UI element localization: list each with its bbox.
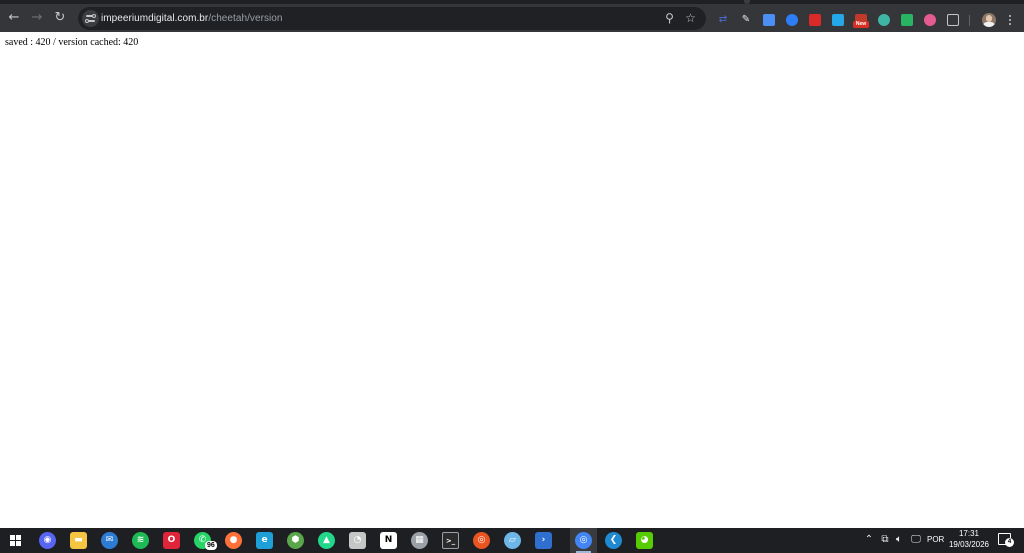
ubuntu-icon[interactable]: ◎ bbox=[473, 532, 490, 549]
chrome-glyph: ◎ bbox=[575, 532, 592, 549]
arrow-right-icon: → bbox=[31, 10, 43, 25]
site-info-icon-dot bbox=[85, 19, 89, 23]
calculator-icon[interactable]: ▦ bbox=[411, 532, 428, 549]
url-text[interactable]: impeeriumdigital.com.br/cheetah/version bbox=[101, 7, 283, 30]
profile-avatar[interactable] bbox=[982, 13, 996, 27]
vscode-icon[interactable]: ❮ bbox=[605, 532, 622, 549]
device-icon[interactable]: ⧉ bbox=[879, 533, 891, 547]
site-info-icon-dot bbox=[92, 14, 96, 18]
file-explorer-glyph: ▬ bbox=[70, 532, 87, 549]
extension-multicolor-icon[interactable] bbox=[924, 14, 936, 26]
notes-icon[interactable]: ▱ bbox=[504, 532, 521, 549]
pycharm-icon[interactable]: ▲ bbox=[318, 532, 335, 549]
extension-red-square-icon[interactable] bbox=[809, 14, 821, 26]
firefox-glyph: ● bbox=[225, 532, 242, 549]
reload-icon: ↻ bbox=[54, 10, 66, 25]
extension-tree-icon[interactable] bbox=[901, 14, 913, 26]
minecraft-icon[interactable]: ⬢ bbox=[287, 532, 304, 549]
toolbar-divider bbox=[969, 15, 970, 26]
notification-center-icon[interactable]: 4 bbox=[998, 533, 1014, 547]
arrow-left-icon: ← bbox=[8, 10, 20, 25]
avatar-face bbox=[986, 15, 992, 22]
forward-button[interactable]: → bbox=[26, 7, 48, 29]
extension-new-badge: New bbox=[853, 21, 869, 28]
bookmark-star-icon[interactable]: ☆ bbox=[681, 9, 700, 28]
mail-icon[interactable]: ✉ bbox=[101, 532, 118, 549]
avatar-shoulders bbox=[983, 22, 995, 27]
back-button[interactable]: ← bbox=[3, 7, 25, 29]
extension-arrows-icon[interactable]: ⇄ bbox=[717, 14, 729, 26]
duolingo-icon[interactable]: ◕ bbox=[636, 532, 653, 549]
calculator-glyph: ▦ bbox=[411, 532, 428, 549]
notion-glyph: N bbox=[380, 532, 397, 549]
minecraft-glyph: ⬢ bbox=[287, 532, 304, 549]
extension-circle-icon[interactable] bbox=[786, 14, 798, 26]
spotify-glyph: ≋ bbox=[132, 532, 149, 549]
duolingo-glyph: ◕ bbox=[636, 532, 653, 549]
opera-glyph: O bbox=[163, 532, 180, 549]
url-host: impeeriumdigital.com.br bbox=[101, 13, 209, 24]
extension-tag-icon[interactable] bbox=[763, 14, 775, 26]
url-path: /cheetah/version bbox=[208, 13, 283, 24]
browser-toolbar: ← → ↻ impeeriumdigital.com.br/cheetah/ve… bbox=[0, 4, 1024, 32]
start-button[interactable] bbox=[10, 535, 21, 546]
page-viewport: saved : 420 / version cached: 420 bbox=[0, 32, 1024, 528]
settings-clock-icon[interactable]: ◔ bbox=[349, 532, 366, 549]
browser-menu-icon[interactable] bbox=[1005, 13, 1015, 27]
terminal-icon[interactable]: >_ bbox=[442, 532, 459, 549]
extensions-puzzle-icon[interactable] bbox=[947, 14, 959, 26]
speaker-icon[interactable]: 🔈︎ bbox=[893, 533, 905, 547]
edge-icon[interactable]: e bbox=[256, 532, 273, 549]
terminal-glyph: >_ bbox=[442, 532, 459, 549]
discord-glyph: ◉ bbox=[39, 532, 56, 549]
powershell-glyph: › bbox=[535, 532, 552, 549]
version-status-text: saved : 420 / version cached: 420 bbox=[5, 37, 139, 48]
chevron-up-icon[interactable]: ⌃ bbox=[864, 533, 874, 547]
site-info-button[interactable] bbox=[82, 10, 99, 27]
chrome-icon[interactable]: ◎ bbox=[575, 532, 592, 549]
mail-glyph: ✉ bbox=[101, 532, 118, 549]
language-indicator[interactable]: POR bbox=[927, 533, 944, 547]
notes-glyph: ▱ bbox=[504, 532, 521, 549]
whatsapp-unread-badge: 96 bbox=[205, 541, 217, 550]
notification-count: 4 bbox=[1005, 538, 1014, 547]
powershell-icon[interactable]: › bbox=[535, 532, 552, 549]
file-explorer-icon[interactable]: ▬ bbox=[70, 532, 87, 549]
clock-time[interactable]: 17:31 bbox=[946, 529, 992, 539]
extension-eyedropper-icon[interactable]: ✎ bbox=[740, 14, 752, 26]
firefox-icon[interactable]: ● bbox=[225, 532, 242, 549]
opera-icon[interactable]: O bbox=[163, 532, 180, 549]
reload-button[interactable]: ↻ bbox=[49, 7, 71, 29]
extension-snowflake-icon[interactable] bbox=[878, 14, 890, 26]
extension-play-icon[interactable] bbox=[832, 14, 844, 26]
network-icon[interactable]: 🖵︎ bbox=[909, 533, 923, 547]
pycharm-glyph: ▲ bbox=[318, 532, 335, 549]
address-bar[interactable]: impeeriumdigital.com.br/cheetah/version … bbox=[78, 7, 706, 30]
settings-clock-glyph: ◔ bbox=[349, 532, 366, 549]
notion-icon[interactable]: N bbox=[380, 532, 397, 549]
clock-date[interactable]: 19/03/2026 bbox=[946, 540, 992, 550]
ubuntu-glyph: ◎ bbox=[473, 532, 490, 549]
discord-icon[interactable]: ◉ bbox=[39, 532, 56, 549]
vscode-glyph: ❮ bbox=[605, 532, 622, 549]
edge-glyph: e bbox=[256, 532, 273, 549]
spotify-icon[interactable]: ≋ bbox=[132, 532, 149, 549]
zoom-icon[interactable]: ⚲ bbox=[660, 9, 679, 28]
